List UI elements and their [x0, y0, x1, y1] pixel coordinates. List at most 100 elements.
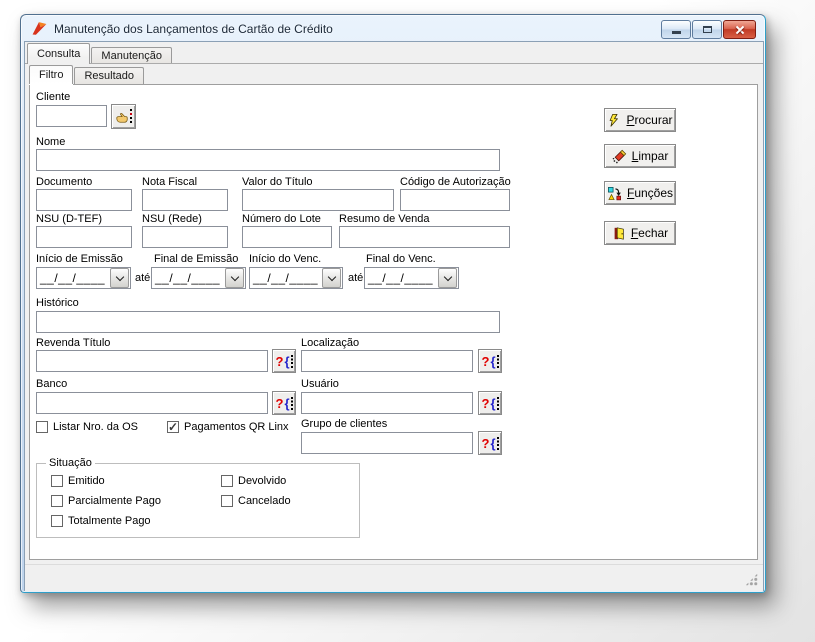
brace-icon: { — [284, 395, 290, 411]
checkbox-box — [36, 421, 48, 433]
maximize-icon — [702, 26, 712, 33]
question-icon: ? — [481, 395, 490, 411]
cliente-input[interactable] — [36, 105, 107, 127]
pagamentos-qr-linx-label: Pagamentos QR Linx — [184, 421, 289, 433]
chevron-down-icon — [443, 272, 452, 281]
titlebar[interactable]: Manutenção dos Lançamentos de Cartão de … — [21, 15, 765, 42]
grupo-clientes-lookup-button[interactable]: ?{ — [478, 431, 502, 455]
question-icon: ? — [275, 395, 284, 411]
checkbox-box — [51, 495, 63, 507]
banco-input[interactable] — [36, 392, 268, 414]
checkbox-box — [221, 475, 233, 487]
tab-manutencao[interactable]: Manutenção — [91, 47, 172, 64]
revenda-titulo-input[interactable] — [36, 350, 268, 372]
emitido-checkbox[interactable]: Emitido — [51, 475, 105, 487]
procurar-button[interactable]: Procurar — [604, 108, 676, 132]
minimize-button[interactable] — [661, 20, 691, 39]
tab-filtro[interactable]: Filtro — [29, 65, 74, 84]
valor-titulo-input[interactable] — [242, 189, 394, 211]
listar-os-checkbox[interactable]: Listar Nro. da OS — [36, 421, 138, 433]
cancelado-label: Cancelado — [238, 495, 291, 507]
minimize-icon — [671, 31, 681, 34]
tab-filtro-label: Filtro — [39, 69, 64, 81]
brace-icon: { — [284, 353, 290, 369]
dots-icon — [290, 396, 293, 410]
situacao-groupbox: Situação Emitido Parcialmente Pago Total… — [36, 457, 360, 538]
documento-input[interactable] — [36, 189, 132, 211]
resumo-venda-input[interactable] — [339, 226, 510, 248]
inicio-emissao-dropdown-button[interactable] — [110, 268, 129, 288]
final-venc-datepicker[interactable]: __/__/____ — [364, 267, 459, 289]
procurar-label: Procurar — [626, 113, 673, 127]
chevron-down-icon — [327, 272, 336, 281]
historico-input[interactable] — [36, 311, 500, 333]
resize-grip[interactable] — [745, 573, 758, 586]
lightning-icon — [610, 113, 619, 127]
numero-lote-label: Número do Lote — [242, 213, 321, 225]
inicio-venc-datepicker[interactable]: __/__/____ — [249, 267, 343, 289]
window-title: Manutenção dos Lançamentos de Cartão de … — [54, 21, 333, 36]
checkbox-box — [221, 495, 233, 507]
tab-resultado[interactable]: Resultado — [74, 67, 144, 84]
brace-icon: { — [490, 435, 496, 451]
devolvido-checkbox[interactable]: Devolvido — [221, 475, 286, 487]
parcialmente-pago-checkbox[interactable]: Parcialmente Pago — [51, 495, 161, 507]
nsu-rede-input[interactable] — [142, 226, 228, 248]
chevron-down-icon — [230, 272, 239, 281]
funcoes-button[interactable]: Funções — [604, 181, 676, 205]
totalmente-pago-checkbox[interactable]: Totalmente Pago — [51, 515, 151, 527]
close-button[interactable] — [723, 20, 756, 39]
grupo-clientes-input[interactable] — [301, 432, 473, 454]
usuario-input[interactable] — [301, 392, 473, 414]
tab-consulta-label: Consulta — [37, 48, 81, 60]
valor-titulo-label: Valor do Título — [242, 176, 313, 188]
situacao-legend: Situação — [46, 457, 95, 469]
localizacao-label: Localização — [301, 337, 360, 349]
numero-lote-input[interactable] — [242, 226, 332, 248]
final-emissao-value: __/__/____ — [155, 271, 221, 285]
cancelado-checkbox[interactable]: Cancelado — [221, 495, 291, 507]
nota-fiscal-input[interactable] — [142, 189, 228, 211]
functions-shapes-icon — [608, 186, 621, 200]
status-bar — [25, 564, 763, 591]
cliente-lookup-button[interactable] — [111, 104, 136, 129]
tab-consulta[interactable]: Consulta — [27, 43, 91, 64]
pagamentos-qr-linx-checkbox[interactable]: ✓ Pagamentos QR Linx — [167, 421, 289, 433]
final-venc-value: __/__/____ — [368, 271, 434, 285]
fechar-button[interactable]: Fechar — [604, 221, 676, 245]
nsu-dtef-input[interactable] — [36, 226, 132, 248]
final-venc-dropdown-button[interactable] — [438, 268, 457, 288]
revenda-titulo-lookup-button[interactable]: ?{ — [272, 349, 296, 373]
banco-lookup-button[interactable]: ?{ — [272, 391, 296, 415]
inicio-venc-label: Início do Venc. — [249, 253, 322, 265]
tab-manutencao-label: Manutenção — [101, 50, 162, 62]
localizacao-input[interactable] — [301, 350, 473, 372]
localizacao-lookup-button[interactable]: ?{ — [478, 349, 502, 373]
inicio-emissao-datepicker[interactable]: __/__/____ — [36, 267, 131, 289]
usuario-lookup-button[interactable]: ?{ — [478, 391, 502, 415]
exit-door-icon — [614, 226, 624, 240]
codigo-autorizacao-input[interactable] — [400, 189, 510, 211]
filter-panel: Cliente Nome Documento Nota Fiscal Valor… — [29, 84, 758, 560]
question-icon: ? — [275, 353, 284, 369]
devolvido-label: Devolvido — [238, 475, 287, 487]
dots-icon — [496, 354, 499, 368]
brace-icon: { — [490, 395, 496, 411]
nome-input[interactable] — [36, 149, 500, 171]
ate-label-1: até — [135, 272, 151, 284]
brace-icon: { — [490, 353, 496, 369]
cliente-label: Cliente — [36, 91, 71, 103]
final-emissao-dropdown-button[interactable] — [225, 268, 244, 288]
inicio-venc-value: __/__/____ — [253, 271, 319, 285]
nsu-dtef-label: NSU (D-TEF) — [36, 213, 102, 225]
inicio-venc-dropdown-button[interactable] — [322, 268, 341, 288]
nsu-rede-label: NSU (Rede) — [142, 213, 202, 225]
limpar-button[interactable]: Limpar — [604, 144, 676, 168]
final-emissao-datepicker[interactable]: __/__/____ — [151, 267, 246, 289]
documento-label: Documento — [36, 176, 93, 188]
grupo-clientes-label: Grupo de clientes — [301, 418, 388, 430]
final-venc-label: Final do Venc. — [366, 253, 436, 265]
historico-label: Histórico — [36, 297, 79, 309]
maximize-button[interactable] — [692, 20, 722, 39]
checkbox-box — [51, 475, 63, 487]
